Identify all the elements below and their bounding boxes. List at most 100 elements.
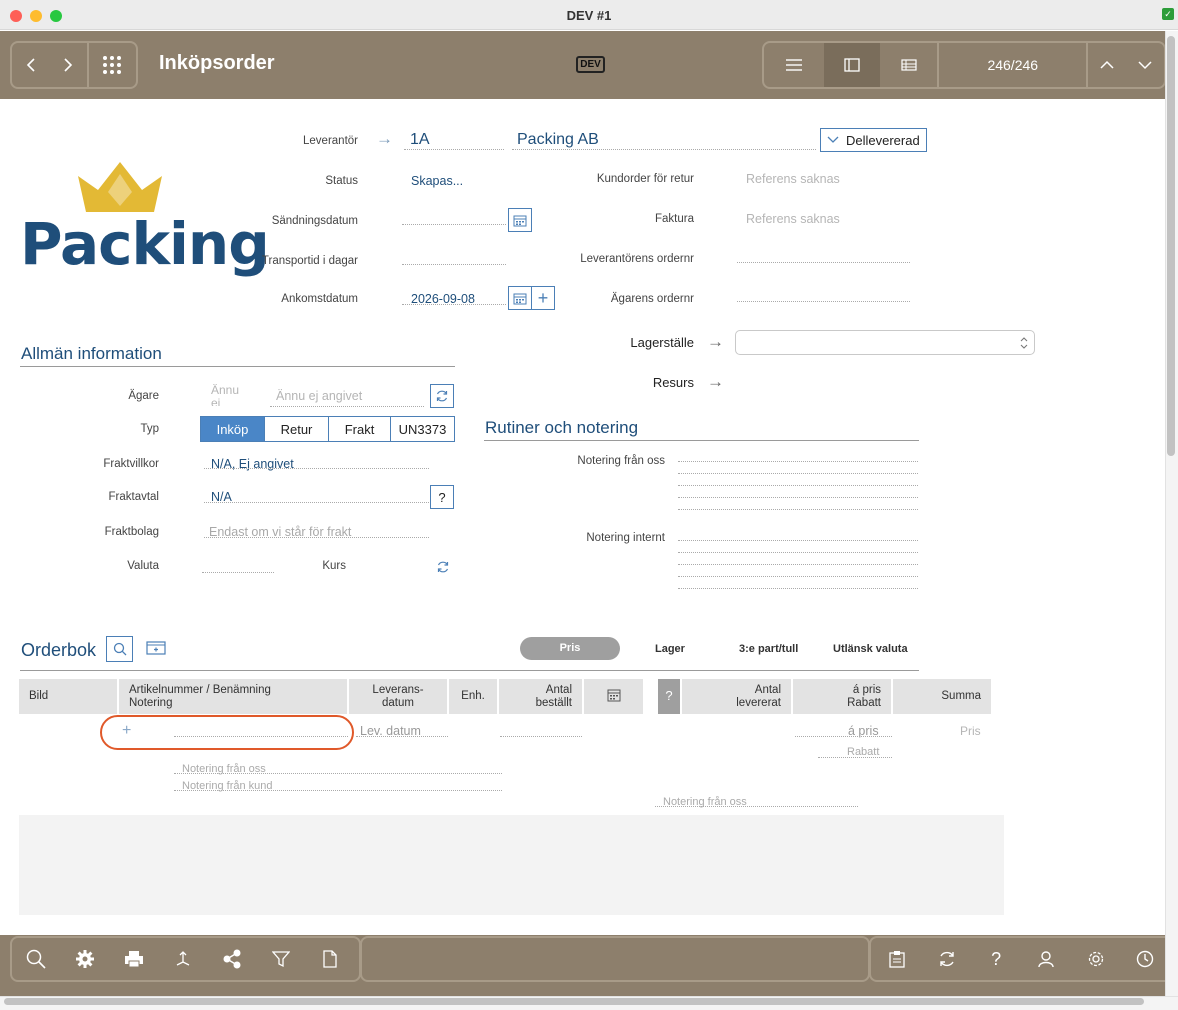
orderbok-add-window-button[interactable]: [146, 640, 166, 661]
typ-option-inkop[interactable]: Inköp: [201, 417, 265, 441]
add-plus-button[interactable]: +: [531, 286, 555, 310]
document-icon: [323, 950, 337, 968]
typ-option-retur[interactable]: Retur: [265, 417, 329, 441]
bottom-center-area: [360, 936, 870, 982]
ankomstdatum-label: Ankomstdatum: [281, 293, 358, 305]
leverantor-name[interactable]: Packing AB: [517, 131, 599, 149]
notering-internt-field[interactable]: [678, 532, 918, 590]
share-button[interactable]: [212, 938, 252, 980]
clipboard-button[interactable]: [877, 938, 917, 980]
lev-ordernr-field[interactable]: [737, 262, 910, 263]
col-header-bild: Bild: [19, 679, 118, 714]
document-button[interactable]: [310, 938, 350, 980]
form-view-button[interactable]: [823, 43, 881, 87]
col-header-antal-bestallt: Antal beställt: [499, 679, 583, 714]
orderbok-search-button[interactable]: [106, 636, 133, 662]
crown-logo-icon: [78, 162, 162, 212]
tab-lager[interactable]: Lager: [655, 643, 685, 655]
delivery-status-value: Dellevererad: [846, 132, 920, 148]
table-view-button[interactable]: [880, 43, 937, 87]
chevron-left-icon: [26, 58, 35, 72]
nav-button-group: [10, 41, 138, 89]
chevron-down-icon: [1138, 61, 1152, 70]
sync-button[interactable]: [927, 938, 967, 980]
search-button[interactable]: [16, 938, 56, 980]
previous-record-button[interactable]: [1088, 43, 1126, 87]
bottom-right-tools: ?: [869, 936, 1165, 982]
valuta-field[interactable]: [202, 572, 274, 573]
list-view-button[interactable]: [764, 43, 824, 87]
print-button[interactable]: [114, 938, 154, 980]
faktura-value[interactable]: Referens saknas: [746, 212, 840, 226]
plus-icon: +: [537, 287, 549, 308]
settings-button[interactable]: [65, 938, 105, 980]
help-button[interactable]: ?: [976, 938, 1016, 980]
agare-code[interactable]: Ännu ej: [211, 384, 251, 406]
sandningsdatum-field[interactable]: [402, 224, 506, 225]
fraktavtal-help-button[interactable]: ?: [430, 485, 454, 509]
preferences-button[interactable]: [1076, 938, 1116, 980]
artikel-input[interactable]: [174, 736, 348, 737]
sync-icon: [939, 951, 954, 967]
orderbok-empty-area: [19, 815, 1004, 915]
delivery-status-dropdown[interactable]: Dellevererad: [820, 128, 927, 152]
col-header-calendar-button[interactable]: [584, 679, 644, 714]
pris-value: Pris: [960, 724, 981, 738]
status-value: Skapas...: [411, 174, 464, 188]
notering-oss-field[interactable]: [678, 455, 918, 513]
kurs-refresh-button[interactable]: [436, 560, 450, 579]
user-button[interactable]: [1026, 938, 1066, 980]
search-icon: [26, 949, 46, 969]
lagerstalle-select[interactable]: [735, 330, 1035, 355]
sandningsdatum-calendar-button[interactable]: [508, 208, 532, 232]
agare-name[interactable]: Ännu ej angivet: [276, 389, 362, 403]
agare-refresh-button[interactable]: [430, 384, 454, 408]
leverantor-label: Leverantör: [303, 135, 358, 147]
kundorder-value[interactable]: Referens saknas: [746, 172, 840, 186]
export-button[interactable]: [163, 938, 203, 980]
calendar-icon: [607, 689, 620, 702]
resurs-arrow-icon[interactable]: →: [707, 372, 724, 392]
view-button-group: 246/246: [762, 41, 1166, 89]
fraktvillkor-label: Fraktvillkor: [103, 458, 159, 470]
vertical-scroll-thumb[interactable]: [1167, 36, 1175, 456]
fraktavtal-label: Fraktavtal: [108, 491, 160, 503]
horizontal-scroll-thumb[interactable]: [4, 998, 1144, 1005]
agarens-ordernr-field[interactable]: [737, 301, 910, 302]
add-row-plus-icon[interactable]: +: [122, 722, 131, 740]
leverantor-code[interactable]: 1A: [410, 131, 430, 149]
filter-button[interactable]: [261, 938, 301, 980]
tab-3e-part-tull[interactable]: 3:e part/tull: [739, 643, 798, 655]
sandningsdatum-label: Sändningsdatum: [271, 215, 358, 227]
search-icon: [113, 642, 126, 656]
grid-icon: [103, 56, 122, 74]
gear-icon: [76, 950, 94, 968]
fraktbolag-label: Fraktbolag: [104, 526, 159, 538]
col-header-help[interactable]: ?: [658, 679, 681, 714]
up-down-chevron-icon: [1020, 337, 1028, 349]
gear-outline-icon: [1088, 951, 1103, 967]
antal-bestallt-field[interactable]: [500, 736, 582, 737]
clipboard-icon: [889, 951, 905, 968]
form-view-icon: [844, 58, 860, 72]
leverantor-link-arrow-icon[interactable]: →: [376, 129, 393, 149]
apps-grid-button[interactable]: [89, 43, 136, 87]
agarens-ordernr-label: Ägarens ordernr: [610, 293, 694, 305]
export-arrows-icon: [176, 951, 190, 966]
transportid-field[interactable]: [402, 264, 506, 265]
page-title: Inköpsorder: [159, 52, 275, 74]
resurs-label: Resurs: [652, 375, 694, 390]
next-record-button[interactable]: [1126, 43, 1164, 87]
back-button[interactable]: [12, 43, 49, 87]
typ-option-un3373[interactable]: UN3373: [391, 417, 454, 441]
allman-info-title: Allmän information: [21, 344, 162, 363]
col-header-summa: Summa: [893, 679, 992, 714]
ankomstdatum-calendar-button[interactable]: [508, 286, 532, 310]
typ-option-frakt[interactable]: Frakt: [329, 417, 391, 441]
history-button[interactable]: [1125, 938, 1165, 980]
lagerstalle-arrow-icon[interactable]: →: [707, 332, 724, 352]
printer-icon: [125, 951, 143, 968]
forward-button[interactable]: [49, 43, 86, 87]
tab-pris[interactable]: Pris: [520, 637, 620, 660]
tab-utlansk-valuta[interactable]: Utlänsk valuta: [833, 643, 908, 655]
